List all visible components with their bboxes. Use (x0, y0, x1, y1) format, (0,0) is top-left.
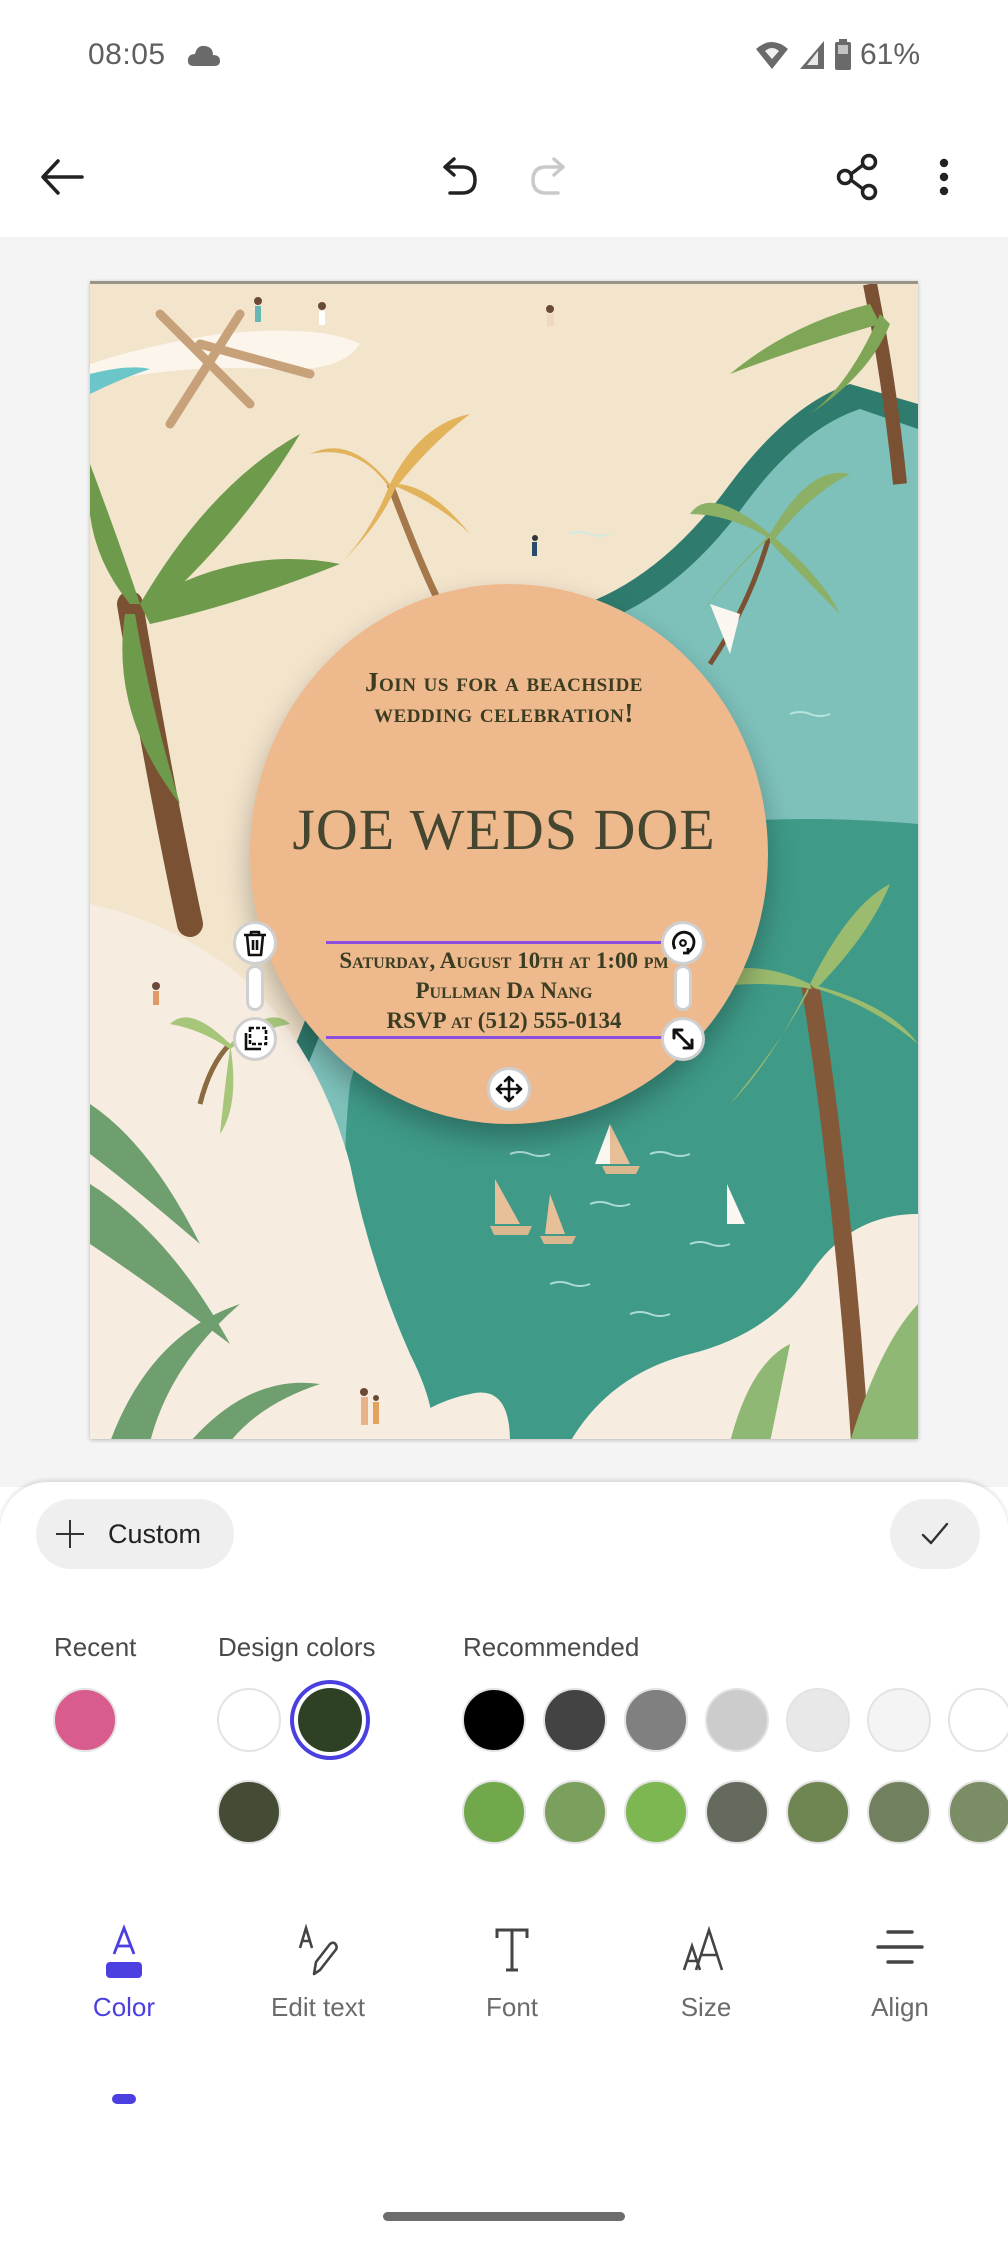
recommended-color-swatch[interactable] (867, 1780, 931, 1844)
details-text-selected[interactable]: Saturday, August 10th at 1:00 pm Pullman… (90, 946, 918, 1036)
right-resize-handle[interactable] (674, 965, 692, 1011)
recommended-color-swatch[interactable] (948, 1688, 1008, 1752)
recommended-color-swatch[interactable] (543, 1688, 607, 1752)
align-center-icon (876, 1930, 924, 1964)
scale-handle[interactable] (661, 1017, 705, 1061)
recommended-color-swatch[interactable] (543, 1780, 607, 1844)
redo-button[interactable] (512, 141, 584, 213)
tool-size-label: Size (680, 1992, 732, 2022)
battery-icon (834, 39, 851, 70)
recommended-color-swatch[interactable] (462, 1780, 526, 1844)
design-canvas: Join us for a beachside wedding celebrat… (0, 237, 1008, 1487)
details-line-rsvp: RSVP at (512) 555-0134 (386, 1008, 622, 1033)
recommended-color-swatch[interactable] (624, 1688, 688, 1752)
tool-align[interactable]: Align (810, 1920, 990, 2040)
recommended-color-swatch[interactable] (786, 1780, 850, 1844)
recent-colors-label: Recent (54, 1632, 137, 1662)
tool-size[interactable]: Size (616, 1920, 796, 2040)
recommended-color-swatch[interactable] (867, 1688, 931, 1752)
resize-icon (672, 1028, 694, 1050)
trash-icon (244, 930, 266, 957)
design-colors-label: Design colors (218, 1632, 376, 1662)
intro-line-2: wedding celebration! (374, 698, 634, 728)
recommended-color-swatch[interactable] (948, 1780, 1008, 1844)
selection-bottom-edge (326, 1036, 673, 1039)
status-time: 08:05 (88, 38, 166, 71)
home-gesture-bar[interactable] (383, 2212, 625, 2221)
custom-color-label: Custom (108, 1518, 202, 1549)
duplicate-icon (244, 1026, 268, 1051)
color-picker-sheet: Custom Recent Design colors Recommended (0, 1482, 1008, 2244)
font-icon (495, 1928, 529, 1972)
edit-text-icon (298, 1924, 338, 1976)
design-color-swatch[interactable] (217, 1780, 281, 1844)
cell-signal-icon (799, 41, 824, 69)
confirm-button[interactable] (890, 1499, 980, 1569)
back-button[interactable] (26, 141, 98, 213)
recommended-color-swatch[interactable] (705, 1688, 769, 1752)
battery-percent: 61% (859, 38, 920, 71)
recommended-color-swatch[interactable] (462, 1688, 526, 1752)
selection-top-edge (326, 941, 673, 944)
recommended-color-swatch[interactable] (705, 1780, 769, 1844)
couple-title[interactable]: JOE WEDS DOE (90, 796, 918, 863)
move-icon (495, 1075, 523, 1103)
intro-text[interactable]: Join us for a beachside wedding celebrat… (90, 667, 918, 729)
text-edit-toolbar: Color Edit text Font Size Align (0, 1920, 1008, 2040)
design-color-swatch[interactable] (298, 1688, 362, 1752)
tool-edit-text-label: Edit text (271, 1992, 365, 2022)
undo-button[interactable] (424, 141, 496, 213)
design-color-swatch[interactable] (217, 1688, 281, 1752)
tool-edit-text[interactable]: Edit text (228, 1920, 408, 2040)
redo-icon (531, 157, 565, 195)
tool-color[interactable]: Color (34, 1920, 214, 2040)
intro-line-1: Join us for a beachside (365, 667, 643, 697)
share-icon (836, 153, 878, 201)
recommended-color-swatch[interactable] (624, 1780, 688, 1844)
active-tool-indicator (112, 2094, 136, 2104)
tool-color-label: Color (92, 1992, 156, 2022)
check-icon (921, 1522, 949, 1545)
more-vertical-icon (939, 158, 949, 196)
cloud-icon (187, 45, 220, 66)
tool-align-label: Align (871, 1992, 929, 2022)
arrow-left-icon (41, 159, 84, 195)
more-options-button[interactable] (908, 141, 980, 213)
tool-font[interactable]: Font (422, 1920, 602, 2040)
recent-color-swatch[interactable] (53, 1688, 117, 1752)
plus-icon (54, 1518, 86, 1550)
tool-font-label: Font (485, 1992, 539, 2022)
details-line-date: Saturday, August 10th at 1:00 pm (339, 948, 669, 973)
editor-app-bar (0, 115, 1008, 237)
left-resize-handle[interactable] (246, 965, 264, 1011)
move-handle[interactable] (487, 1067, 531, 1111)
recommended-colors-label: Recommended (463, 1632, 640, 1662)
duplicate-handle[interactable] (233, 1017, 277, 1061)
status-icons: 61% (754, 38, 920, 72)
rotate-icon (672, 930, 696, 955)
invitation-card[interactable]: Join us for a beachside wedding celebrat… (90, 281, 918, 1439)
text-size-icon (682, 1925, 724, 1971)
custom-color-button[interactable]: Custom (36, 1499, 234, 1569)
recommended-color-swatch[interactable] (786, 1688, 850, 1752)
details-line-venue: Pullman Da Nang (415, 978, 593, 1003)
undo-icon (443, 157, 477, 195)
text-color-icon (106, 1924, 142, 1978)
share-button[interactable] (822, 141, 894, 213)
delete-handle[interactable] (233, 921, 277, 965)
status-bar: 08:05 61% (0, 0, 1008, 115)
wifi-icon (755, 42, 788, 69)
rotate-handle[interactable] (661, 921, 705, 965)
